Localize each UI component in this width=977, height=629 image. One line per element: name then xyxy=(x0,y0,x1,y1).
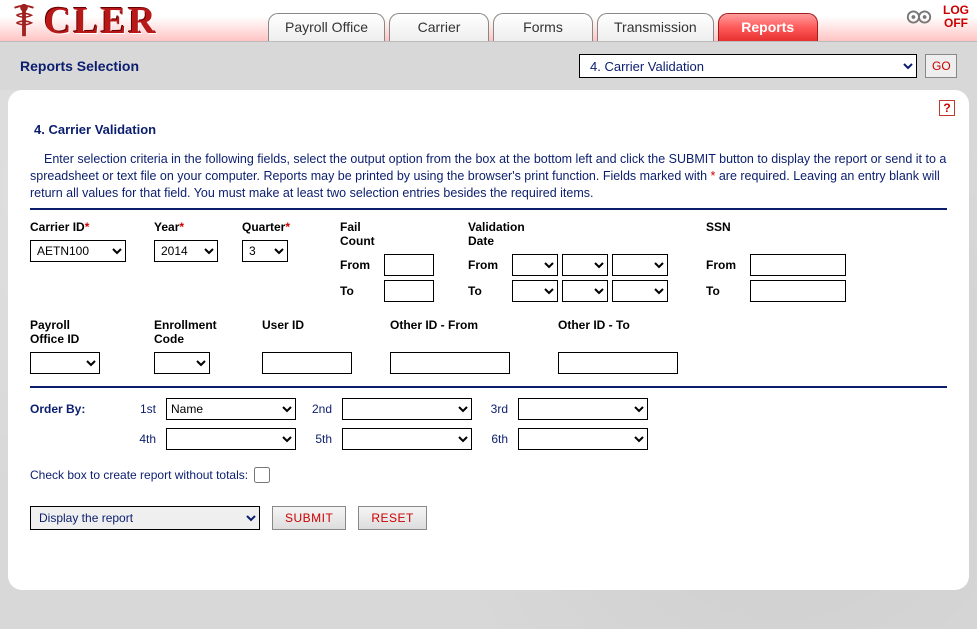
submit-button[interactable]: SUBMIT xyxy=(272,506,346,530)
criteria-row-2: PayrollOffice ID EnrollmentCode User ID … xyxy=(30,318,947,374)
reset-button[interactable]: RESET xyxy=(358,506,427,530)
ssn-to-label: To xyxy=(706,284,750,298)
label-carrier-id: Carrier ID* xyxy=(30,220,136,234)
app-header: CLER Payroll Office Carrier Forms Transm… xyxy=(0,0,977,42)
order-row-1: Order By: 1st Name 2nd 3rd xyxy=(30,398,947,420)
fail-from-label: From xyxy=(340,258,384,272)
order-4-label: 4th xyxy=(130,432,156,446)
caduceus-icon xyxy=(8,2,40,40)
tab-forms[interactable]: Forms xyxy=(493,13,593,41)
fail-to-label: To xyxy=(340,284,384,298)
label-fail-count: FailCount xyxy=(340,220,450,248)
divider-top xyxy=(30,208,947,210)
report-panel: ? 4. Carrier Validation Enter selection … xyxy=(8,90,969,590)
carrier-id-select[interactable]: AETN100 xyxy=(30,240,126,262)
report-picker: 4. Carrier Validation xyxy=(579,54,917,78)
label-ssn: SSN xyxy=(706,220,866,234)
order-2-select[interactable] xyxy=(342,398,472,420)
label-enrollment-code: EnrollmentCode xyxy=(154,318,244,346)
header-right: LOG OFF xyxy=(905,4,969,30)
label-year: Year* xyxy=(154,220,224,234)
order-5-label: 5th xyxy=(306,432,332,446)
subheader: Reports Selection 4. Carrier Validation … xyxy=(0,42,977,90)
order-4-select[interactable] xyxy=(166,428,296,450)
vdate-to-month[interactable] xyxy=(512,280,558,302)
go-button[interactable]: GO xyxy=(925,54,957,78)
enrollment-code-select[interactable] xyxy=(154,352,210,374)
tab-carrier[interactable]: Carrier xyxy=(389,13,489,41)
vdate-to-label: To xyxy=(468,284,512,298)
fail-from-input[interactable] xyxy=(384,254,434,276)
year-select[interactable]: 2014 xyxy=(154,240,218,262)
divider-mid xyxy=(30,386,947,388)
app-logo: CLER xyxy=(0,0,158,43)
no-totals-label: Check box to create report without total… xyxy=(30,468,248,482)
label-other-to: Other ID - To xyxy=(558,318,708,332)
user-id-input[interactable] xyxy=(262,352,352,374)
label-other-from: Other ID - From xyxy=(390,318,540,332)
label-validation-date: ValidationDate xyxy=(468,220,688,248)
no-totals-row: Check box to create report without total… xyxy=(30,464,947,486)
output-select[interactable]: Display the report xyxy=(30,506,260,530)
order-5-select[interactable] xyxy=(342,428,472,450)
tab-reports[interactable]: Reports xyxy=(718,13,818,41)
logoff-link[interactable]: LOG OFF xyxy=(943,4,969,30)
tab-payroll-office[interactable]: Payroll Office xyxy=(268,13,385,41)
page-title: Reports Selection xyxy=(20,58,139,74)
payroll-office-select[interactable] xyxy=(30,352,100,374)
panel-title: 4. Carrier Validation xyxy=(34,122,947,137)
logoff-line2: OFF xyxy=(943,17,969,30)
order-row-2: 4th 5th 6th xyxy=(30,428,947,450)
label-user-id: User ID xyxy=(262,318,372,332)
ssn-from-label: From xyxy=(706,258,750,272)
order-6-label: 6th xyxy=(482,432,508,446)
help-icon[interactable]: ? xyxy=(939,100,955,116)
vdate-to-year[interactable] xyxy=(612,280,668,302)
vdate-from-day[interactable] xyxy=(562,254,608,276)
order-3-label: 3rd xyxy=(482,402,508,416)
order-1-select[interactable]: Name xyxy=(166,398,296,420)
vdate-from-year[interactable] xyxy=(612,254,668,276)
order-6-select[interactable] xyxy=(518,428,648,450)
gears-icon[interactable] xyxy=(905,6,933,28)
ssn-to-input[interactable] xyxy=(750,280,846,302)
logo-text: CLER xyxy=(44,0,158,43)
order-2-label: 2nd xyxy=(306,402,332,416)
order-1-label: 1st xyxy=(130,402,156,416)
label-quarter: Quarter* xyxy=(242,220,322,234)
order-3-select[interactable] xyxy=(518,398,648,420)
quarter-select[interactable]: 3 xyxy=(242,240,288,262)
criteria-row-1: Carrier ID* AETN100 Year* 2014 Quarter* … xyxy=(30,220,947,306)
other-to-input[interactable] xyxy=(558,352,678,374)
instructions: Enter selection criteria in the followin… xyxy=(30,151,947,202)
other-from-input[interactable] xyxy=(390,352,510,374)
report-select[interactable]: 4. Carrier Validation xyxy=(579,54,917,78)
tab-transmission[interactable]: Transmission xyxy=(597,13,714,41)
action-row: Display the report SUBMIT RESET xyxy=(30,506,947,530)
vdate-from-label: From xyxy=(468,258,512,272)
nav-tabs: Payroll Office Carrier Forms Transmissio… xyxy=(268,13,822,41)
ssn-from-input[interactable] xyxy=(750,254,846,276)
no-totals-checkbox[interactable] xyxy=(254,467,270,483)
order-by-label: Order By: xyxy=(30,402,120,416)
label-payroll-office: PayrollOffice ID xyxy=(30,318,136,346)
fail-to-input[interactable] xyxy=(384,280,434,302)
vdate-from-month[interactable] xyxy=(512,254,558,276)
vdate-to-day[interactable] xyxy=(562,280,608,302)
